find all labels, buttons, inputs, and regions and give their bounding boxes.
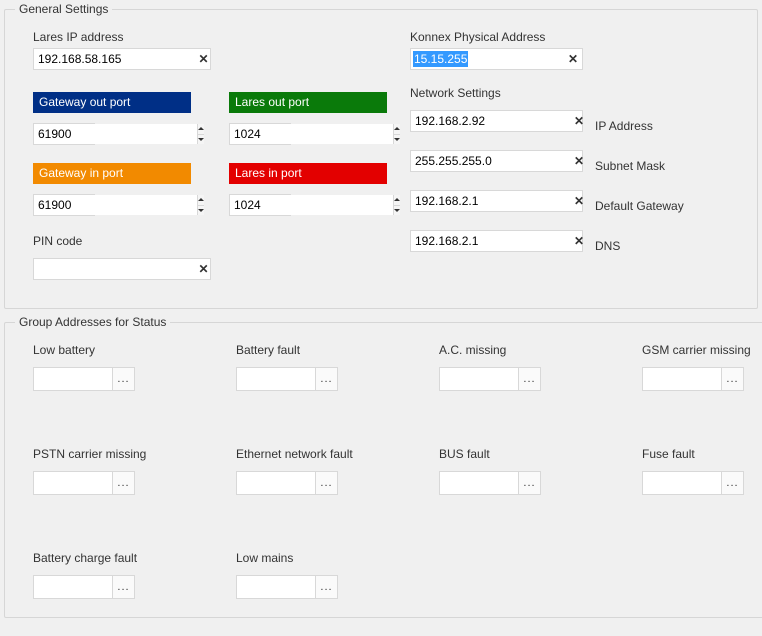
browse-button[interactable]: ... <box>721 472 743 494</box>
konnex-address-label: Konnex Physical Address <box>410 30 747 44</box>
browse-button[interactable]: ... <box>112 368 134 390</box>
status-item-label: BUS fault <box>439 447 574 461</box>
gateway-out-port-input[interactable] <box>34 124 197 144</box>
status-address-field[interactable]: ... <box>439 367 541 391</box>
status-item-label: Ethernet network fault <box>236 447 371 461</box>
default-gateway-input[interactable] <box>411 191 574 211</box>
ip-address-label: IP Address <box>595 119 653 133</box>
status-address-field[interactable]: ... <box>642 367 744 391</box>
status-address-field[interactable]: ... <box>439 471 541 495</box>
status-item: Low battery... <box>33 343 168 391</box>
status-item-label: Low mains <box>236 551 371 565</box>
status-item: Ethernet network fault... <box>236 447 371 495</box>
default-gateway-field[interactable]: ✕ <box>410 190 583 212</box>
dns-field[interactable]: ✕ <box>410 230 583 252</box>
subnet-mask-field[interactable]: ✕ <box>410 150 583 172</box>
group-addresses-status-group: Group Addresses for Status Low battery..… <box>4 315 762 618</box>
browse-button[interactable]: ... <box>721 368 743 390</box>
ip-address-input[interactable] <box>411 111 574 131</box>
browse-button[interactable]: ... <box>315 576 337 598</box>
lares-in-port-input[interactable] <box>230 195 393 215</box>
general-settings-group: General Settings Lares IP address ✕ Gate… <box>4 2 758 309</box>
status-address-input[interactable] <box>643 368 721 390</box>
clear-icon[interactable]: ✕ <box>574 234 584 248</box>
gateway-out-port-header: Gateway out port <box>33 92 191 113</box>
lares-out-port-spinner[interactable] <box>229 123 291 145</box>
browse-button[interactable]: ... <box>112 576 134 598</box>
status-address-input[interactable] <box>237 472 315 494</box>
spin-up-icon[interactable] <box>198 124 204 135</box>
status-item: GSM carrier missing... <box>642 343 762 391</box>
clear-icon[interactable]: ✕ <box>197 52 210 66</box>
clear-icon[interactable]: ✕ <box>564 52 582 66</box>
status-address-input[interactable] <box>237 368 315 390</box>
lares-out-port-header: Lares out port <box>229 92 387 113</box>
status-item-label: Battery fault <box>236 343 371 357</box>
lares-ip-label: Lares IP address <box>33 30 380 44</box>
status-item-label: A.C. missing <box>439 343 574 357</box>
spin-down-icon[interactable] <box>198 206 204 216</box>
status-address-input[interactable] <box>643 472 721 494</box>
status-address-input[interactable] <box>440 368 518 390</box>
lares-ip-input[interactable] <box>34 49 197 69</box>
gateway-in-port-input[interactable] <box>34 195 197 215</box>
status-address-input[interactable] <box>440 472 518 494</box>
lares-in-port-header: Lares in port <box>229 163 387 184</box>
status-item: Battery fault... <box>236 343 371 391</box>
gateway-in-port-header: Gateway in port <box>33 163 191 184</box>
dns-input[interactable] <box>411 231 574 251</box>
lares-out-port-input[interactable] <box>230 124 393 144</box>
status-item: Battery charge fault... <box>33 551 168 599</box>
status-item-label: Low battery <box>33 343 168 357</box>
status-item-label: GSM carrier missing <box>642 343 762 357</box>
konnex-address-input[interactable]: 15.15.255 <box>413 51 468 67</box>
status-address-input[interactable] <box>34 368 112 390</box>
status-item-label: Battery charge fault <box>33 551 168 565</box>
status-item: Fuse fault... <box>642 447 762 495</box>
status-address-field[interactable]: ... <box>642 471 744 495</box>
pin-code-field[interactable]: ✕ <box>33 258 211 280</box>
konnex-address-field[interactable]: 15.15.255 ✕ <box>410 48 583 70</box>
gateway-out-port-spinner[interactable] <box>33 123 95 145</box>
browse-button[interactable]: ... <box>518 472 540 494</box>
group-addresses-status-legend: Group Addresses for Status <box>15 315 170 329</box>
status-address-field[interactable]: ... <box>33 575 135 599</box>
status-item: PSTN carrier missing... <box>33 447 168 495</box>
spin-up-icon[interactable] <box>198 195 204 206</box>
pin-code-label: PIN code <box>33 234 380 248</box>
pin-code-input[interactable] <box>34 259 197 279</box>
clear-icon[interactable]: ✕ <box>197 262 210 276</box>
browse-button[interactable]: ... <box>112 472 134 494</box>
default-gateway-label: Default Gateway <box>595 199 684 213</box>
status-item-label: PSTN carrier missing <box>33 447 168 461</box>
status-address-field[interactable]: ... <box>236 367 338 391</box>
status-item: A.C. missing... <box>439 343 574 391</box>
status-address-field[interactable]: ... <box>33 367 135 391</box>
status-address-field[interactable]: ... <box>33 471 135 495</box>
status-address-field[interactable]: ... <box>236 575 338 599</box>
clear-icon[interactable]: ✕ <box>574 154 584 168</box>
lares-in-port-spinner[interactable] <box>229 194 291 216</box>
browse-button[interactable]: ... <box>315 368 337 390</box>
lares-ip-field[interactable]: ✕ <box>33 48 211 70</box>
subnet-mask-label: Subnet Mask <box>595 159 665 173</box>
status-address-input[interactable] <box>237 576 315 598</box>
browse-button[interactable]: ... <box>315 472 337 494</box>
general-settings-legend: General Settings <box>15 2 112 16</box>
clear-icon[interactable]: ✕ <box>574 194 584 208</box>
browse-button[interactable]: ... <box>518 368 540 390</box>
gateway-in-port-spinner[interactable] <box>33 194 95 216</box>
status-item-label: Fuse fault <box>642 447 762 461</box>
clear-icon[interactable]: ✕ <box>574 114 584 128</box>
network-settings-label: Network Settings <box>410 86 747 100</box>
status-address-input[interactable] <box>34 472 112 494</box>
status-address-input[interactable] <box>34 576 112 598</box>
spin-down-icon[interactable] <box>198 135 204 145</box>
subnet-mask-input[interactable] <box>411 151 574 171</box>
status-item: Low mains... <box>236 551 371 599</box>
dns-label: DNS <box>595 239 620 253</box>
ip-address-field[interactable]: ✕ <box>410 110 583 132</box>
status-address-field[interactable]: ... <box>236 471 338 495</box>
status-item: BUS fault... <box>439 447 574 495</box>
